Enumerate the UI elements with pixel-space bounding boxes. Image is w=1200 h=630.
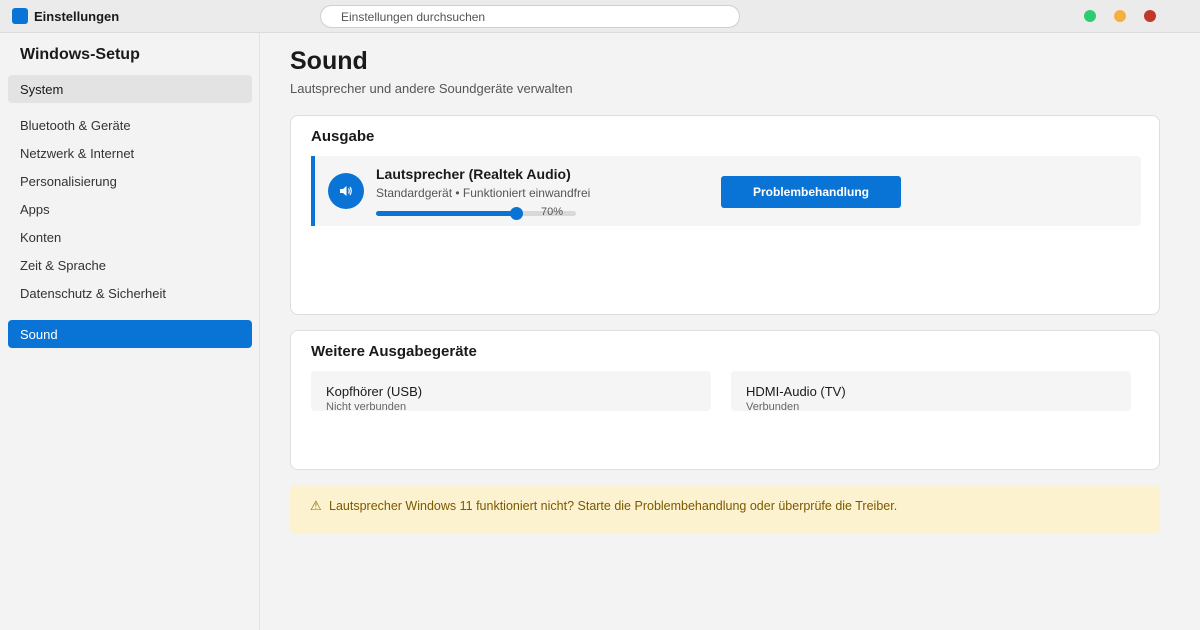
output-heading: Ausgabe [311, 128, 375, 145]
more-devices-card: Weitere Ausgabegeräte Kopfhörer (USB) Ni… [290, 330, 1160, 470]
device-name: Kopfhörer (USB) [326, 384, 423, 399]
sidebar-item-time-language[interactable]: Zeit & Sprache [8, 251, 252, 279]
sidebar-item-label: Personalisierung [20, 174, 117, 189]
sidebar-item-system[interactable]: System [8, 75, 252, 103]
volume-fill [376, 211, 516, 216]
warning-icon: ⚠ [310, 498, 322, 513]
sidebar-item-label: Sound [20, 327, 58, 342]
sidebar-heading: Windows-Setup [20, 46, 140, 63]
warning-banner: ⚠ Lautsprecher Windows 11 funktioniert n… [290, 485, 1160, 534]
device-status: Standardgerät • Funktioniert einwandfrei [376, 186, 591, 200]
troubleshoot-button[interactable]: Problembehandlung [721, 176, 901, 208]
default-output-device[interactable]: Lautsprecher (Realtek Audio) Standardger… [311, 156, 1141, 226]
sidebar-item-label: System [20, 82, 64, 97]
title-bar: Einstellungen [0, 0, 1200, 33]
sidebar-item-privacy[interactable]: Datenschutz & Sicherheit [8, 279, 252, 307]
sidebar-item-network[interactable]: Netzwerk & Internet [8, 139, 252, 167]
device-headphones-usb[interactable]: Kopfhörer (USB) Nicht verbunden [311, 371, 711, 411]
more-devices-heading: Weitere Ausgabegeräte [311, 343, 477, 360]
device-name: Lautsprecher (Realtek Audio) [376, 166, 571, 182]
close-button[interactable] [1144, 10, 1156, 22]
sidebar-item-label: Zeit & Sprache [20, 258, 106, 273]
sidebar-item-label: Konten [20, 230, 62, 245]
sidebar-item-apps[interactable]: Apps [8, 195, 252, 223]
maximize-button[interactable] [1084, 10, 1096, 22]
app-title: Einstellungen [34, 9, 120, 24]
sidebar-item-label: Bluetooth & Geräte [20, 118, 131, 133]
warning-text: Lautsprecher Windows 11 funktioniert nic… [329, 499, 898, 513]
sidebar: Windows-Setup System Bluetooth & Geräte … [0, 33, 260, 630]
volume-slider-thumb[interactable] [510, 207, 523, 220]
device-status: Nicht verbunden [326, 401, 407, 411]
sidebar-item-bluetooth[interactable]: Bluetooth & Geräte [8, 111, 252, 139]
settings-app-icon [12, 8, 28, 24]
page-title: Sound [290, 47, 368, 75]
sidebar-item-label: Datenschutz & Sicherheit [20, 286, 166, 301]
sidebar-item-label: Apps [20, 202, 50, 217]
sidebar-item-accounts[interactable]: Konten [8, 223, 252, 251]
sidebar-item-sound[interactable]: Sound [8, 320, 252, 348]
search-input[interactable] [320, 5, 740, 28]
minimize-button[interactable] [1114, 10, 1126, 22]
page-subtitle: Lautsprecher und andere Soundgeräte verw… [290, 81, 573, 96]
device-status: Verbunden [746, 401, 800, 411]
device-name: HDMI-Audio (TV) [746, 384, 846, 399]
output-card: Ausgabe Lautsprecher (Realtek Audio) Sta… [290, 115, 1160, 315]
device-hdmi-audio[interactable]: HDMI-Audio (TV) Verbunden [731, 371, 1131, 411]
speaker-icon [328, 173, 364, 209]
volume-value: 70% [541, 206, 564, 218]
sidebar-item-personalization[interactable]: Personalisierung [8, 167, 252, 195]
sidebar-item-label: Netzwerk & Internet [20, 146, 135, 161]
